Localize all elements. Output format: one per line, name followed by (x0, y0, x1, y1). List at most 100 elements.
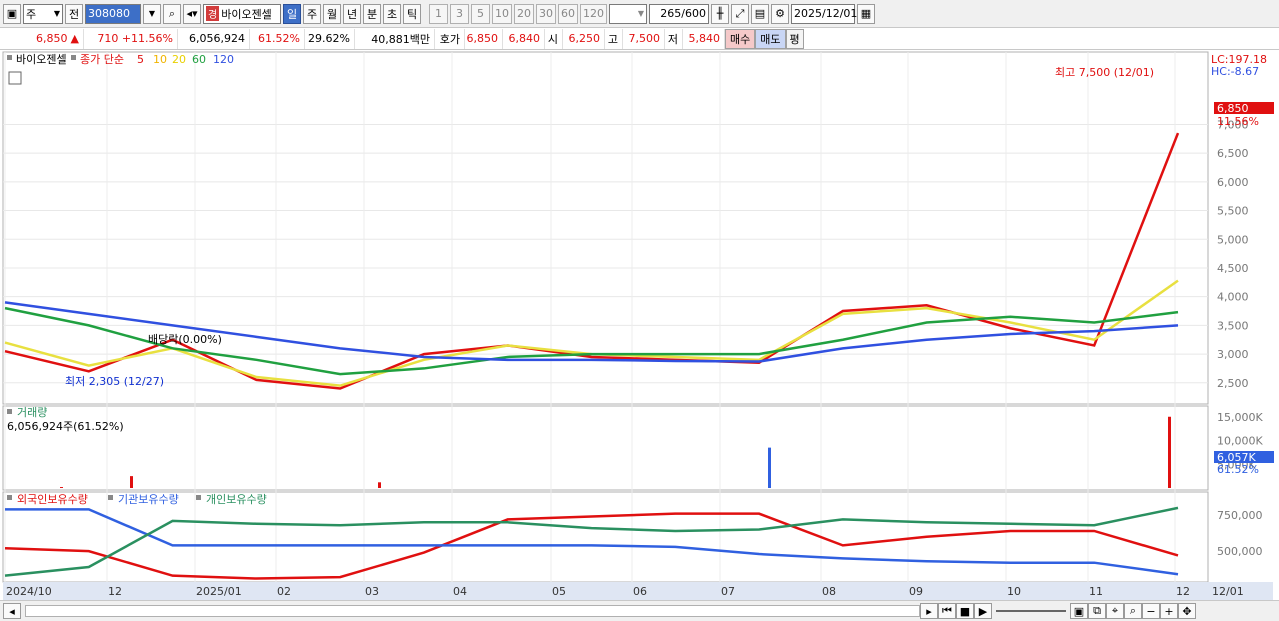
price-tick-label: 3,500 (1217, 319, 1249, 332)
x-tick-label: 12 (1176, 585, 1190, 598)
period-60-button[interactable]: 60 (558, 3, 578, 24)
crosshair-icon[interactable]: ⌖ (1106, 603, 1124, 619)
code-input[interactable]: 308080 (85, 3, 141, 24)
tab-minute[interactable]: 분 (363, 3, 381, 24)
custom-period-select[interactable]: ▼ (609, 3, 647, 24)
stop-icon[interactable]: ■ (956, 603, 974, 619)
y-axis-labels: 7,0006,5006,0005,5005,0004,5004,0003,500… (1217, 118, 1263, 558)
inst-menu-icon[interactable] (108, 495, 113, 500)
x-tick-label: 2025/01 (196, 585, 242, 598)
period-30-button[interactable]: 30 (536, 3, 556, 24)
rewind-icon[interactable]: ⏮ (938, 603, 956, 619)
chevron-down-icon: ▼ (53, 9, 60, 18)
x-tick-label: 11 (1089, 585, 1103, 598)
market-badge: 경 (206, 6, 220, 21)
tab-year[interactable]: 년 (343, 3, 361, 24)
holdings-tick-label: 500,000 (1217, 545, 1263, 558)
period-type-select[interactable]: 주 ▼ (23, 3, 63, 24)
sell-button[interactable]: 매도 (755, 28, 786, 49)
price-tick-label: 2,500 (1217, 377, 1249, 390)
amount-cell: 40,881백만 (355, 28, 435, 49)
ma-10-label: 10 (153, 53, 167, 66)
compare-icon[interactable]: ⧉ (1088, 603, 1106, 619)
stock-name-field[interactable]: 경 바이오젠셀 (203, 3, 281, 24)
volume-bar (1168, 416, 1171, 488)
speaker-icon[interactable]: ◂▾ (183, 3, 201, 24)
window-icon[interactable]: ▣ (3, 3, 21, 24)
play-icon[interactable]: ▶ (974, 603, 992, 619)
period-120-button[interactable]: 120 (580, 3, 607, 24)
save-icon[interactable]: ▤ (751, 3, 769, 24)
holdings-menu-icon[interactable] (7, 495, 12, 500)
ask-price: 6,850 (465, 28, 503, 49)
tab-week[interactable]: 주 (303, 3, 321, 24)
price-tick-label: 6,000 (1217, 176, 1249, 189)
buy-button[interactable]: 매수 (725, 28, 756, 49)
holdings-panel (2, 491, 1209, 583)
x-tick-label: 05 (552, 585, 566, 598)
ma-5-label: 5 (137, 53, 144, 66)
stock-name: 바이오젠셀 (221, 7, 272, 21)
x-tick-label: 2024/10 (6, 585, 52, 598)
ma-menu-icon[interactable] (71, 55, 76, 60)
ma-120-label: 120 (213, 53, 234, 66)
hc-label: HC:-8.67 (1211, 65, 1259, 78)
volume-title: 거래량 (17, 406, 47, 419)
zoom-out-icon[interactable]: − (1142, 603, 1160, 619)
average-button[interactable]: 평 (785, 28, 804, 49)
count-field[interactable]: 265/600 (649, 3, 709, 24)
code-dropdown-icon[interactable]: ▼ (143, 3, 161, 24)
period-10-button[interactable]: 10 (492, 3, 512, 24)
chevron-down-icon: ▼ (637, 9, 644, 18)
scroll-track[interactable] (25, 605, 920, 617)
open-label: 시 (545, 28, 563, 49)
zoom-in-icon[interactable]: + (1160, 603, 1178, 619)
move-icon[interactable]: ✥ (1178, 603, 1196, 619)
stock-label: 바이오젠셀 (16, 53, 67, 66)
scroll-right-icon[interactable]: ▸ (920, 603, 938, 619)
stock-chart[interactable]: 7,0006,5006,0005,5005,0004,5004,0003,500… (0, 50, 1279, 600)
volume-pct-text: 61.52% (1217, 463, 1259, 476)
tab-tick[interactable]: 틱 (403, 3, 421, 24)
price-tick-label: 5,000 (1217, 233, 1249, 246)
volume-bar (378, 482, 381, 488)
indiv-holdings-label: 개인보유수량 (206, 493, 267, 506)
period-3-button[interactable]: 3 (450, 3, 469, 24)
date-input[interactable]: 2025/12/01 (791, 3, 857, 24)
volume-menu-icon[interactable] (7, 409, 12, 414)
period-5-button[interactable]: 5 (471, 3, 490, 24)
ma-60-label: 60 (192, 53, 206, 66)
gear-icon[interactable]: ⚙ (771, 3, 789, 24)
price-tick-label: 6,500 (1217, 147, 1249, 160)
all-button[interactable]: 전 (65, 3, 83, 24)
line-tool-icon[interactable]: ⤢ (731, 3, 749, 24)
low-value: 5,840 (683, 28, 725, 49)
ma-20-label: 20 (172, 53, 186, 66)
candle-icon[interactable]: ╫ (711, 3, 729, 24)
count-total: /600 (681, 7, 706, 20)
volume-bar (768, 447, 771, 488)
calendar-icon[interactable]: ▦ (857, 3, 875, 24)
inst-holdings-label: 기관보유수량 (118, 493, 179, 506)
zoom-icon[interactable]: ⌕ (1124, 603, 1142, 619)
scroll-left-icon[interactable]: ◂ (3, 603, 21, 619)
tab-day[interactable]: 일 (283, 3, 301, 24)
current-pct-text: 11.56% (1217, 115, 1259, 128)
tab-second[interactable]: 초 (383, 3, 401, 24)
calculator-icon[interactable] (8, 71, 22, 85)
period-1-button[interactable]: 1 (429, 3, 448, 24)
indiv-menu-icon[interactable] (196, 495, 201, 500)
price-cell: 6,850 ▲ (0, 28, 84, 49)
x-tick-label: 10 (1007, 585, 1021, 598)
period-20-button[interactable]: 20 (514, 3, 534, 24)
toolbar: ▣ 주 ▼ 전 308080 ▼ ⌕ ◂▾ 경 바이오젠셀 일 주 월 년 분 초 … (0, 0, 1279, 28)
tab-month[interactable]: 월 (323, 3, 341, 24)
zoom-slider[interactable] (996, 610, 1066, 612)
volume-note: 6,056,924주(61.52%) (7, 420, 124, 433)
current-price: 6,850 (36, 32, 68, 45)
layout-icon[interactable]: ▣ (1070, 603, 1088, 619)
low-label: 저 (665, 28, 683, 49)
panel-menu-icon[interactable] (7, 55, 12, 60)
volume-bar (60, 487, 63, 488)
search-icon[interactable]: ⌕ (163, 3, 181, 24)
